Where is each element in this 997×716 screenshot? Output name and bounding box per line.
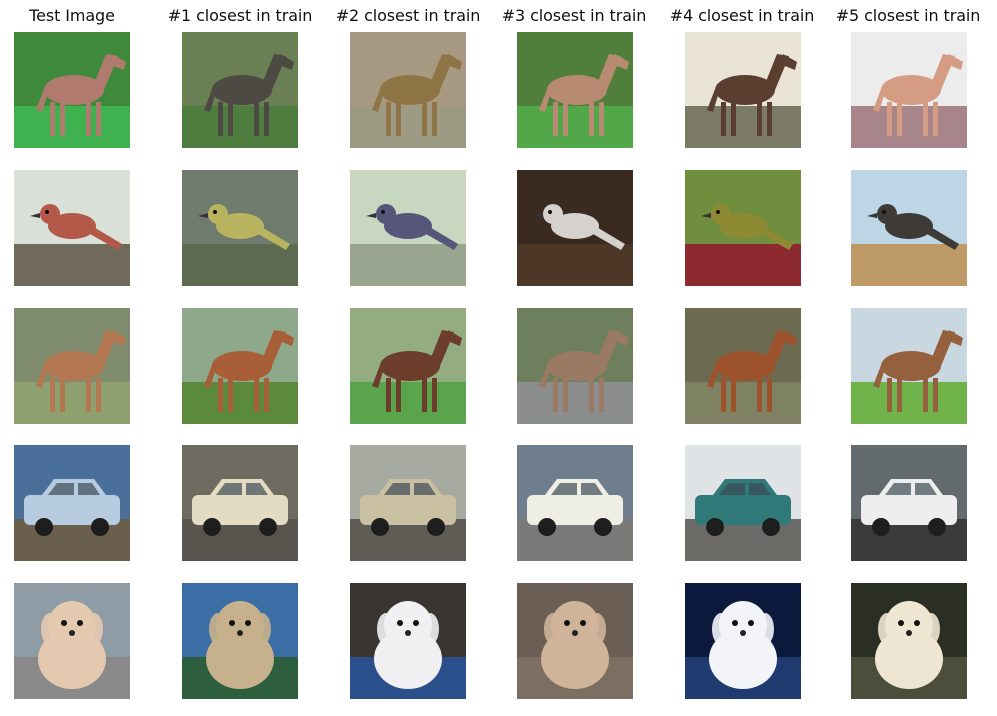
dog-image-test-image [14, 583, 130, 699]
bird-image-closest-4 [685, 170, 801, 286]
horse-image-closest-2 [350, 308, 466, 424]
column-title-closest-3: #3 closest in train [501, 6, 647, 25]
horse-image-closest-1 [182, 32, 298, 148]
horse-thumbnail-closest-3 [517, 32, 633, 148]
bird-thumbnail-closest-4 [685, 170, 801, 286]
horse-thumbnail-closest-4 [685, 308, 801, 424]
automobile-thumbnail-closest-4 [685, 445, 801, 561]
bird-image-closest-1 [182, 170, 298, 286]
bird-thumbnail-closest-2 [350, 170, 466, 286]
horse-image-closest-2 [350, 32, 466, 148]
horse-thumbnail-closest-3 [517, 308, 633, 424]
dog-thumbnail-closest-2 [350, 583, 466, 699]
bird-image-closest-3 [517, 170, 633, 286]
automobile-image-closest-5 [851, 445, 967, 561]
bird-thumbnail-closest-1 [182, 170, 298, 286]
bird-thumbnail-test-image [14, 170, 130, 286]
automobile-image-closest-3 [517, 445, 633, 561]
automobile-image-closest-2 [350, 445, 466, 561]
automobile-thumbnail-closest-5 [851, 445, 967, 561]
column-title-closest-4: #4 closest in train [669, 6, 815, 25]
horse-thumbnail-closest-5 [851, 308, 967, 424]
horse-thumbnail-closest-4 [685, 32, 801, 148]
horse-image-test-image [14, 32, 130, 148]
automobile-image-closest-1 [182, 445, 298, 561]
horse-image-closest-3 [517, 32, 633, 148]
horse-thumbnail-closest-1 [182, 32, 298, 148]
horse-thumbnail-test-image [14, 32, 130, 148]
dog-image-closest-1 [182, 583, 298, 699]
horse-image-closest-3 [517, 308, 633, 424]
automobile-image-closest-4 [685, 445, 801, 561]
bird-image-test-image [14, 170, 130, 286]
dog-thumbnail-closest-5 [851, 583, 967, 699]
bird-thumbnail-closest-3 [517, 170, 633, 286]
horse-image-closest-4 [685, 32, 801, 148]
horse-thumbnail-closest-2 [350, 308, 466, 424]
dog-image-closest-5 [851, 583, 967, 699]
bird-image-closest-5 [851, 170, 967, 286]
dog-image-closest-4 [685, 583, 801, 699]
dog-image-closest-3 [517, 583, 633, 699]
horse-image-closest-5 [851, 308, 967, 424]
horse-thumbnail-closest-1 [182, 308, 298, 424]
dog-image-closest-2 [350, 583, 466, 699]
dog-thumbnail-closest-1 [182, 583, 298, 699]
automobile-thumbnail-closest-1 [182, 445, 298, 561]
bird-image-closest-2 [350, 170, 466, 286]
dog-thumbnail-closest-4 [685, 583, 801, 699]
dog-thumbnail-closest-3 [517, 583, 633, 699]
horse-thumbnail-closest-2 [350, 32, 466, 148]
automobile-thumbnail-closest-2 [350, 445, 466, 561]
horse-image-closest-5 [851, 32, 967, 148]
column-title-closest-2: #2 closest in train [335, 6, 481, 25]
automobile-thumbnail-test-image [14, 445, 130, 561]
horse-thumbnail-test-image [14, 308, 130, 424]
horse-image-test-image [14, 308, 130, 424]
horse-thumbnail-closest-5 [851, 32, 967, 148]
automobile-thumbnail-closest-3 [517, 445, 633, 561]
horse-image-closest-4 [685, 308, 801, 424]
bird-thumbnail-closest-5 [851, 170, 967, 286]
automobile-image-test-image [14, 445, 130, 561]
column-title-closest-5: #5 closest in train [835, 6, 981, 25]
horse-image-closest-1 [182, 308, 298, 424]
column-title-closest-1: #1 closest in train [167, 6, 313, 25]
dog-thumbnail-test-image [14, 583, 130, 699]
column-title-test-image: Test Image [29, 6, 115, 25]
